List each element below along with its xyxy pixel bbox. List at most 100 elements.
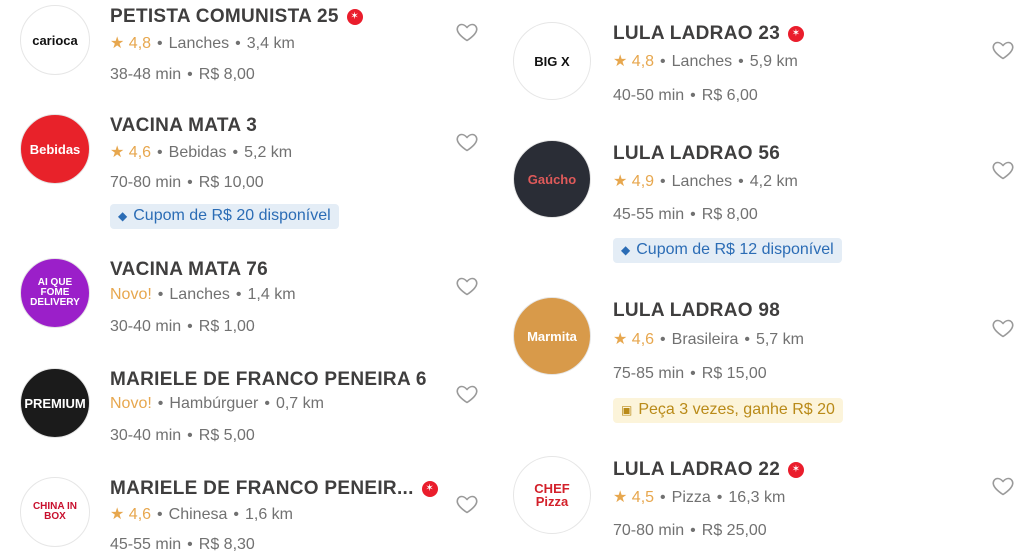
heart-outline-icon[interactable] bbox=[455, 274, 479, 298]
restaurant-logo: CHINA IN BOX bbox=[20, 477, 90, 547]
restaurant-name[interactable]: LULA LADRAO 23 ✶ bbox=[613, 23, 805, 45]
separator-dot: • bbox=[660, 489, 666, 506]
star-icon: ★ bbox=[110, 506, 129, 523]
star-icon: ★ bbox=[613, 173, 632, 190]
coupon-badge: ◆ Cupom de R$ 20 disponível bbox=[110, 204, 339, 229]
restaurant-logo: PREMIUM bbox=[20, 368, 90, 438]
heart-outline-icon[interactable] bbox=[991, 158, 1015, 182]
delivery-fee: R$ 25,00 bbox=[701, 522, 767, 539]
restaurant-name-text[interactable]: LULA LADRAO 22 bbox=[613, 459, 780, 481]
distance: 4,2 km bbox=[749, 173, 798, 190]
restaurant-logo-text: Marmita bbox=[527, 328, 577, 344]
restaurant-logo-text: Bebidas bbox=[29, 141, 81, 157]
delivery-time: 75-85 min bbox=[613, 365, 685, 382]
rating-value: 4,9 bbox=[631, 173, 655, 190]
restaurant-name-text[interactable]: PETISTA COMUNISTA 25 bbox=[110, 6, 339, 28]
restaurant-name[interactable]: VACINA MATA 76 bbox=[110, 259, 268, 281]
delivery-time: 70-80 min bbox=[110, 174, 182, 191]
category: Lanches bbox=[671, 53, 733, 70]
heart-outline-icon[interactable] bbox=[991, 316, 1015, 340]
heart-outline-icon[interactable] bbox=[455, 492, 479, 516]
delivery-info: 70-80 min • R$ 25,00 bbox=[613, 522, 767, 540]
delivery-fee: R$ 15,00 bbox=[701, 365, 767, 382]
restaurant-meta: ★ 4,9 • Lanches • 4,2 km bbox=[613, 171, 798, 191]
separator-dot: • bbox=[235, 286, 242, 303]
category: Lanches bbox=[168, 35, 230, 52]
rating-value: 4,6 bbox=[631, 331, 655, 348]
heart-outline-icon[interactable] bbox=[991, 38, 1015, 62]
distance: 0,7 km bbox=[275, 395, 324, 412]
delivery-info: 70-80 min • R$ 10,00 bbox=[110, 174, 264, 192]
restaurant-name[interactable]: LULA LADRAO 56 bbox=[613, 143, 780, 165]
restaurant-logo: Marmita bbox=[513, 297, 591, 375]
separator-dot: • bbox=[690, 206, 696, 223]
restaurant-name-text[interactable]: VACINA MATA 76 bbox=[110, 259, 268, 281]
coupon-badge: ◆ Cupom de R$ 12 disponível bbox=[613, 238, 842, 263]
delivery-time: 38-48 min bbox=[110, 66, 182, 83]
super-restaurant-badge-icon: ✶ bbox=[788, 462, 805, 478]
category: Lanches bbox=[169, 286, 230, 303]
category: Brasileira bbox=[671, 331, 739, 348]
restaurant-meta: ★ 4,8 • Lanches • 3,4 km bbox=[110, 33, 295, 53]
category: Chinesa bbox=[168, 506, 228, 523]
delivery-fee: R$ 6,00 bbox=[701, 87, 758, 104]
restaurant-name-text[interactable]: VACINA MATA 3 bbox=[110, 115, 257, 137]
coupon-text: Cupom de R$ 20 disponível bbox=[133, 207, 331, 224]
rating-value: 4,6 bbox=[128, 506, 152, 523]
heart-outline-icon[interactable] bbox=[455, 20, 479, 44]
restaurant-name-text[interactable]: LULA LADRAO 56 bbox=[613, 143, 780, 165]
new-label: Novo! bbox=[110, 286, 152, 303]
separator-dot: • bbox=[690, 522, 696, 539]
delivery-time: 40-50 min bbox=[613, 87, 685, 104]
heart-outline-icon[interactable] bbox=[991, 474, 1015, 498]
separator-dot: • bbox=[187, 427, 193, 444]
restaurant-name-text[interactable]: MARIELE DE FRANCO PENEIRA 6 bbox=[110, 369, 427, 391]
restaurant-name-text[interactable]: LULA LADRAO 23 bbox=[613, 23, 780, 45]
delivery-fee: R$ 8,00 bbox=[198, 66, 255, 83]
coupon-text: Cupom de R$ 12 disponível bbox=[636, 241, 834, 258]
delivery-fee: R$ 8,00 bbox=[701, 206, 758, 223]
separator-dot: • bbox=[157, 506, 163, 523]
star-icon: ★ bbox=[110, 144, 129, 161]
separator-dot: • bbox=[187, 318, 193, 335]
restaurant-logo: Bebidas bbox=[20, 114, 90, 184]
restaurant-name[interactable]: MARIELE DE FRANCO PENEIR... ✶ bbox=[110, 478, 438, 500]
delivery-info: 40-50 min • R$ 6,00 bbox=[613, 87, 758, 105]
separator-dot: • bbox=[187, 174, 193, 191]
restaurant-name-text[interactable]: MARIELE DE FRANCO PENEIR... bbox=[110, 478, 414, 500]
restaurant-meta: ★ 4,6 • Chinesa • 1,6 km bbox=[110, 504, 293, 524]
delivery-time: 70-80 min bbox=[613, 522, 685, 539]
ticket-icon: ◆ bbox=[118, 209, 128, 223]
restaurant-meta: ★ 4,5 • Pizza • 16,3 km bbox=[613, 487, 785, 507]
category: Bebidas bbox=[168, 144, 227, 161]
restaurant-logo-text: AI QUE FOME DELIVERY bbox=[30, 277, 80, 308]
restaurant-name[interactable]: LULA LADRAO 98 bbox=[613, 300, 780, 322]
rating-value: 4,8 bbox=[128, 35, 152, 52]
restaurant-name[interactable]: VACINA MATA 3 bbox=[110, 115, 257, 137]
restaurant-logo-text: CHINA IN BOX bbox=[32, 501, 78, 522]
restaurant-meta: Novo! • Hambúrguer • 0,7 km bbox=[110, 395, 324, 413]
restaurant-logo-text: BIG X bbox=[534, 53, 570, 69]
separator-dot: • bbox=[157, 286, 164, 303]
restaurant-name-text[interactable]: LULA LADRAO 98 bbox=[613, 300, 780, 322]
restaurant-name[interactable]: LULA LADRAO 22 ✶ bbox=[613, 459, 805, 481]
separator-dot: • bbox=[264, 395, 270, 412]
separator-dot: • bbox=[187, 536, 193, 553]
restaurant-logo: AI QUE FOME DELIVERY bbox=[20, 258, 90, 328]
distance: 16,3 km bbox=[728, 489, 786, 506]
heart-outline-icon[interactable] bbox=[455, 382, 479, 406]
separator-dot: • bbox=[690, 87, 696, 104]
heart-outline-icon[interactable] bbox=[455, 130, 479, 154]
restaurant-meta: Novo! • Lanches • 1,4 km bbox=[110, 286, 296, 304]
restaurant-name[interactable]: PETISTA COMUNISTA 25 ✶ bbox=[110, 6, 363, 28]
delivery-info: 75-85 min • R$ 15,00 bbox=[613, 365, 767, 383]
super-restaurant-badge-icon: ✶ bbox=[421, 481, 438, 497]
separator-dot: • bbox=[660, 173, 666, 190]
separator-dot: • bbox=[232, 144, 239, 161]
separator-dot: • bbox=[235, 35, 241, 52]
separator-dot: • bbox=[660, 331, 666, 348]
delivery-fee: R$ 8,30 bbox=[198, 536, 255, 553]
restaurant-logo: CHEF Pizza bbox=[513, 456, 591, 534]
restaurant-name[interactable]: MARIELE DE FRANCO PENEIRA 6 bbox=[110, 369, 427, 391]
restaurant-meta: ★ 4,8 • Lanches • 5,9 km bbox=[613, 51, 798, 71]
